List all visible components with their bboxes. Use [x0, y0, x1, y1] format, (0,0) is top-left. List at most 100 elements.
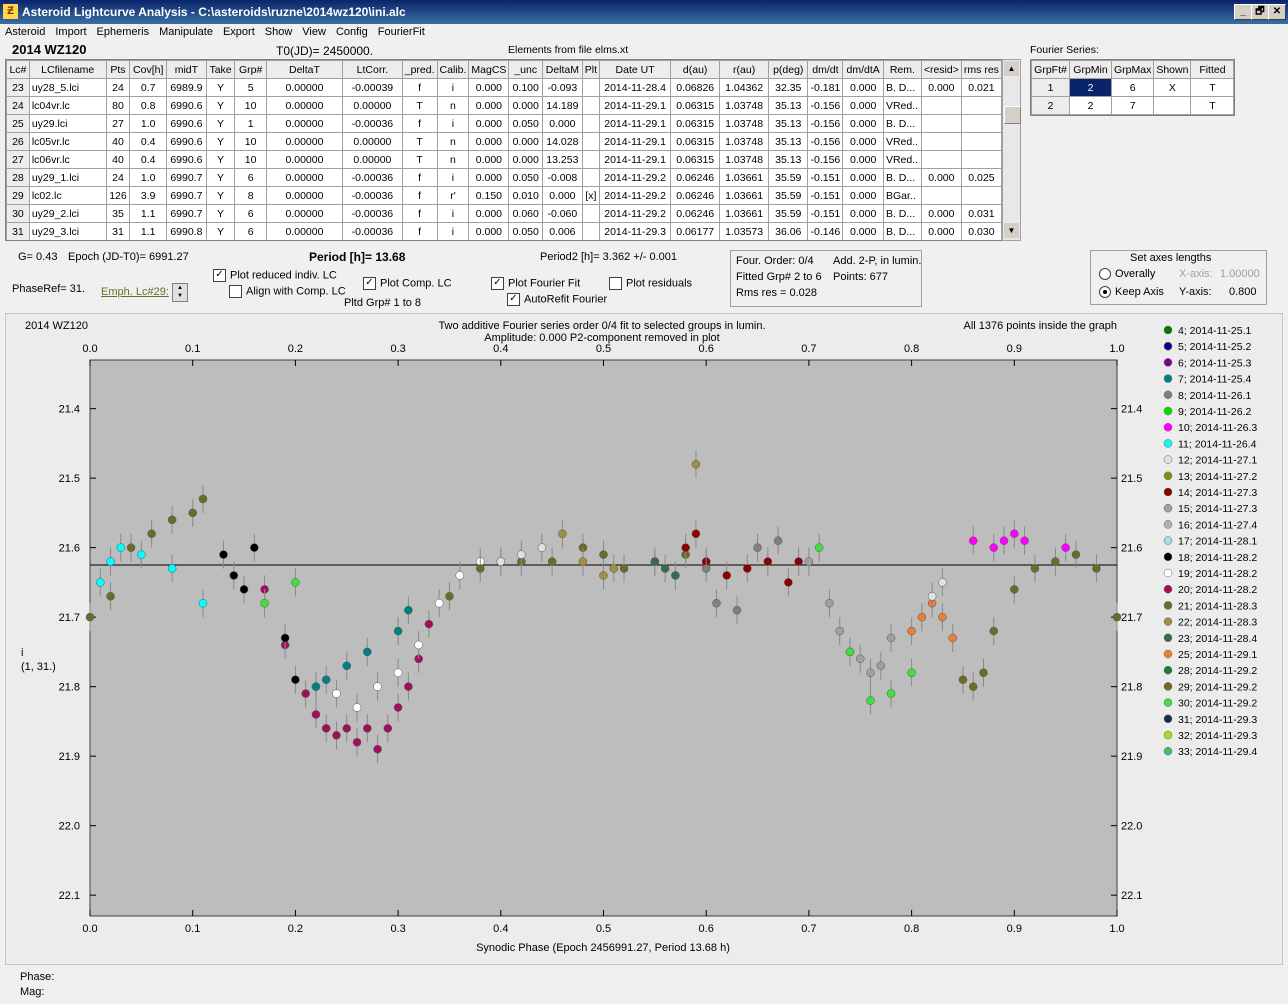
table-cell[interactable]: 35.13 [768, 96, 809, 115]
column-header[interactable]: Take [205, 60, 236, 79]
lightcurve-plot[interactable]: 2014 WZ120 Two additive Fourier series or… [4, 312, 1284, 966]
table-cell[interactable]: 14.189 [542, 96, 583, 115]
menu-export[interactable]: Export [218, 24, 260, 38]
table-cell[interactable]: 0.00000 [342, 132, 403, 151]
table-cell[interactable]: 0.000 [508, 132, 543, 151]
table-cell[interactable]: 0.000 [842, 204, 884, 223]
table-cell[interactable]: 0.00000 [265, 168, 344, 187]
column-header[interactable]: Lc# [6, 60, 30, 79]
table-cell[interactable]: 40 [105, 150, 131, 169]
table-cell[interactable] [920, 132, 962, 151]
table-cell[interactable] [920, 186, 962, 205]
table-cell[interactable]: Y [205, 168, 236, 187]
table-cell[interactable]: 0.00000 [265, 222, 344, 240]
table-cell[interactable]: 1.03748 [719, 114, 770, 133]
table-cell[interactable]: 2014-11-29.1 [598, 150, 672, 169]
table-cell[interactable]: 0.000 [842, 132, 884, 151]
table-cell[interactable]: 0.000 [542, 114, 583, 133]
table-cell[interactable]: 1.03661 [719, 168, 770, 187]
plot-fourier-fit-checkbox[interactable]: ✓ Plot Fourier Fit [491, 277, 580, 290]
emphasize-spinner[interactable]: ▲ ▼ [172, 283, 188, 302]
table-cell[interactable]: 31 [105, 222, 131, 240]
table-cell[interactable]: 0.06315 [670, 114, 721, 133]
table-cell[interactable]: n [436, 96, 470, 115]
table-cell[interactable]: 35.13 [768, 132, 809, 151]
table-cell[interactable]: 32.35 [768, 78, 809, 97]
fourier-column-header[interactable]: GrpMax [1110, 60, 1155, 79]
table-cell[interactable]: 6990.7 [166, 204, 207, 223]
column-header[interactable]: r(au) [719, 60, 770, 79]
table-cell[interactable]: 0.000 [468, 114, 510, 133]
table-cell[interactable]: 0.06315 [670, 96, 721, 115]
table-cell[interactable]: i [436, 78, 470, 97]
table-row[interactable]: 27 lc06vr.lc 40 0.4 6990.6 Y 10 0.00000 0.00000 T… [6, 150, 1002, 169]
scroll-up-icon[interactable]: ▲ [1004, 61, 1019, 76]
restore-button[interactable]: 🗗 [1251, 4, 1269, 20]
table-cell[interactable]: 6990.6 [166, 96, 207, 115]
x-axis-input[interactable]: 1.00000 [1220, 268, 1260, 280]
table-scrollbar[interactable]: ▲ ▼ [1002, 59, 1021, 241]
column-header[interactable]: LCfilename [28, 60, 107, 79]
column-header[interactable]: Calib. [436, 60, 470, 79]
table-cell[interactable]: 1.0 [129, 114, 168, 133]
table-cell[interactable]: 40 [105, 132, 131, 151]
table-cell[interactable] [960, 114, 1002, 133]
emphasize-lc-label[interactable]: Emph. Lc#29: [101, 286, 169, 298]
table-cell[interactable]: 0.000 [468, 168, 510, 187]
table-cell[interactable]: lc06vr.lc [28, 150, 107, 169]
fourier-cell[interactable] [1153, 96, 1192, 115]
table-cell[interactable]: 1.03573 [719, 222, 770, 240]
y-axis-input[interactable]: 0.800 [1229, 286, 1257, 298]
table-cell[interactable]: i [436, 168, 470, 187]
column-header[interactable]: midT [166, 60, 207, 79]
table-cell[interactable]: 0.000 [842, 114, 884, 133]
table-cell[interactable] [920, 96, 962, 115]
table-cell[interactable]: 24 [6, 96, 30, 115]
table-cell[interactable]: 0.000 [508, 150, 543, 169]
table-cell[interactable]: 6990.8 [166, 222, 207, 240]
table-cell[interactable]: 23 [6, 78, 30, 97]
column-header[interactable]: LtCorr. [342, 60, 403, 79]
table-cell[interactable]: B. D... [882, 78, 922, 97]
table-cell[interactable]: -0.008 [542, 168, 583, 187]
table-cell[interactable]: 6989.9 [166, 78, 207, 97]
column-header[interactable]: d(au) [670, 60, 721, 79]
table-row[interactable]: 23 uy28_5.lci 24 0.7 6989.9 Y 5 0.00000 -0.00039… [6, 78, 1002, 97]
table-cell[interactable]: 6 [234, 168, 267, 187]
fourier-table-container[interactable]: GrpFt# GrpMin GrpMax Shown Fitted 126XT227T [1030, 59, 1236, 116]
table-row[interactable]: 29 lc02.lc 126 3.9 6990.7 Y 8 0.00000 -0.00036 f r… [6, 186, 1002, 205]
table-row[interactable]: 26 lc05vr.lc 40 0.4 6990.6 Y 10 0.00000 0.00000 T… [6, 132, 1002, 151]
column-header[interactable]: <resid> [920, 60, 962, 79]
table-cell[interactable]: 0.06315 [670, 150, 721, 169]
column-header[interactable]: DeltaT [265, 60, 344, 79]
autorefit-fourier-checkbox[interactable]: ✓ AutoRefit Fourier [507, 293, 607, 306]
table-cell[interactable]: 6990.6 [166, 114, 207, 133]
table-cell[interactable]: 0.00000 [265, 132, 344, 151]
table-cell[interactable]: 0.000 [508, 96, 543, 115]
plot-reduced-checkbox[interactable]: ✓ Plot reduced indiv. LC [213, 269, 337, 282]
table-cell[interactable]: 0.06315 [670, 132, 721, 151]
table-cell[interactable]: uy29_3.lci [28, 222, 107, 240]
table-cell[interactable]: 0.000 [468, 96, 510, 115]
table-cell[interactable] [920, 114, 962, 133]
table-cell[interactable]: 0.00000 [342, 96, 403, 115]
table-cell[interactable]: Y [205, 114, 236, 133]
table-cell[interactable]: 0.010 [508, 186, 543, 205]
scroll-down-icon[interactable]: ▼ [1004, 223, 1019, 238]
table-cell[interactable]: 0.000 [468, 204, 510, 223]
table-row[interactable]: 28 uy29_1.lci 24 1.0 6990.7 Y 6 0.00000 -0.00036… [6, 168, 1002, 187]
fourier-row[interactable]: 227T [1031, 96, 1235, 115]
table-cell[interactable]: B. D... [882, 114, 922, 133]
table-cell[interactable]: 1.0 [129, 168, 168, 187]
fourier-cell[interactable]: 1 [1031, 78, 1070, 97]
menu-config[interactable]: Config [331, 24, 373, 38]
column-header[interactable]: Rem. [882, 60, 922, 79]
column-header[interactable]: rms res [960, 60, 1002, 79]
table-cell[interactable]: 0.000 [842, 222, 884, 240]
table-cell[interactable]: 25 [6, 114, 30, 133]
table-cell[interactable]: 0.000 [468, 222, 510, 240]
table-cell[interactable]: 0.000 [468, 150, 510, 169]
table-cell[interactable]: 6 [234, 222, 267, 240]
table-cell[interactable]: -0.156 [807, 132, 844, 151]
table-cell[interactable]: f [401, 222, 438, 240]
